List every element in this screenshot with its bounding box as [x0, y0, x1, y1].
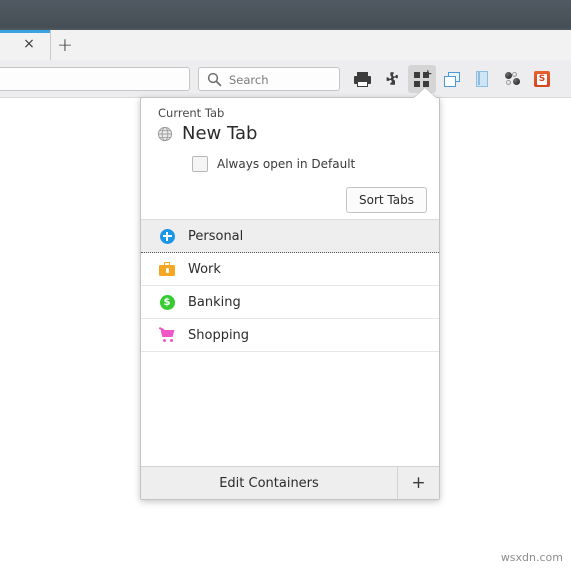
search-input-placeholder: Search — [229, 73, 269, 87]
container-label: Work — [188, 261, 221, 277]
molecule-icon — [504, 71, 521, 87]
container-item-shopping[interactable]: Shopping — [141, 319, 439, 352]
search-icon — [207, 72, 222, 87]
container-item-personal[interactable]: Personal — [141, 220, 439, 253]
container-item-banking[interactable]: $ Banking — [141, 286, 439, 319]
fence-plus-icon — [158, 227, 176, 245]
s-app-icon: S — [534, 71, 550, 87]
panel-pointer-arrow — [414, 88, 436, 98]
current-tab-heading: Current Tab — [158, 106, 225, 120]
add-container-button[interactable]: + — [398, 467, 439, 499]
s-app-letter: S — [537, 73, 547, 85]
tab-groups-button[interactable] — [438, 65, 466, 93]
watermark: wsxdn.com — [500, 551, 563, 564]
briefcase-icon — [158, 260, 176, 278]
globe-icon — [157, 126, 173, 142]
sort-tabs-button[interactable]: Sort Tabs — [346, 187, 427, 213]
current-tab-title: New Tab — [182, 123, 258, 144]
window-titlebar — [0, 0, 571, 28]
book-icon — [476, 71, 488, 87]
puzzle-icon — [384, 71, 401, 88]
search-bar[interactable]: Search — [198, 67, 340, 91]
dollar-glyph: $ — [159, 294, 175, 310]
toolbar-button-group: + S — [348, 64, 556, 94]
tab-close-icon[interactable]: × — [21, 36, 37, 52]
container-label: Shopping — [188, 327, 250, 343]
print-button[interactable] — [348, 65, 376, 93]
containers-icon: + — [413, 68, 433, 88]
containers-popup-panel: Current Tab New Tab Always open in Defau… — [140, 97, 440, 500]
always-open-row[interactable]: Always open in Default — [192, 156, 355, 172]
container-list: Personal Work $ Banking Shopping — [141, 220, 439, 352]
container-label: Banking — [188, 294, 241, 310]
reader-button[interactable] — [468, 65, 496, 93]
always-open-label: Always open in Default — [217, 157, 356, 171]
printer-icon — [353, 71, 371, 87]
always-open-checkbox[interactable] — [192, 156, 208, 172]
url-input[interactable] — [0, 67, 190, 91]
sapp-button[interactable]: S — [528, 65, 556, 93]
windows-icon — [444, 71, 460, 87]
dollar-icon: $ — [158, 293, 176, 311]
extensions-button[interactable] — [378, 65, 406, 93]
container-item-work[interactable]: Work — [141, 253, 439, 286]
panel-footer: Edit Containers + — [141, 466, 439, 499]
container-label: Personal — [188, 228, 244, 244]
current-tab-row: New Tab — [157, 123, 257, 144]
cart-icon — [158, 326, 176, 344]
edit-containers-button[interactable]: Edit Containers — [141, 467, 398, 499]
tab-strip-empty-area — [50, 30, 571, 60]
new-tab-button[interactable]: + — [56, 35, 74, 55]
molecule-button[interactable] — [498, 65, 526, 93]
